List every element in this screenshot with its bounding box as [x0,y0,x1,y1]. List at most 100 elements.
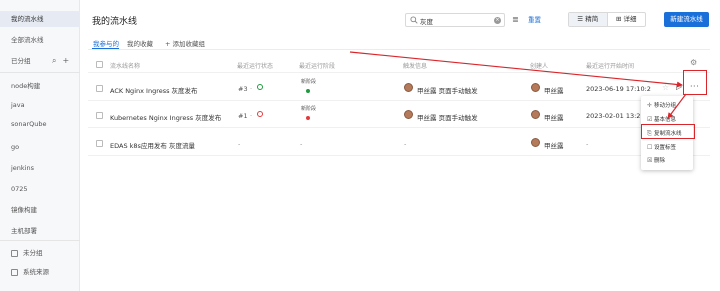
folder-icon [11,249,18,257]
tab-participating[interactable]: 我参与的 [93,38,119,48]
view-toggle: ☰ 精简 ⊞ 详细 [568,12,646,27]
sidebar-group-actions: ⌕ + [52,56,75,66]
sidebar-item-group[interactable]: 0725 [0,181,80,197]
pipeline-name[interactable]: ACK Nginx Ingress 灰度发布 [110,85,198,95]
row-checkbox[interactable] [96,140,103,147]
view-detail-label: 详细 [623,15,637,23]
sidebar-item-label: 我的流水线 [11,15,44,23]
new-pipeline-button[interactable]: 新建流水线 [664,12,709,27]
pipeline-name[interactable]: Kubernetes Nginx Ingress 灰度发布 [110,112,221,122]
menu-item-set-tags[interactable]: ☐ 设置标签 [647,143,676,151]
trigger-info: - [404,140,407,148]
column-header: 创建人 [530,63,549,70]
column-header: 触发信息 [403,63,428,70]
move-icon: ✛ [647,102,653,109]
search-icon[interactable]: ⌕ [52,56,56,65]
annotation-highlight-copy [641,124,695,139]
menu-item-label: 基本信息 [654,117,677,123]
run-icon[interactable]: ▷ [676,82,683,91]
row-checkbox[interactable] [96,85,103,92]
menu-item-label: 删除 [654,158,666,164]
tab-favorites[interactable]: 我的收藏 [127,38,153,48]
view-compact-button[interactable]: ☰ 精简 [569,13,608,26]
sidebar-item-label: 镜像构建 [11,206,37,214]
stage-name: 新阶段 [301,79,317,85]
list-icon: ☰ [577,15,584,23]
menu-item-delete[interactable]: ☒ 删除 [647,156,665,164]
sidebar-item-label: 0725 [11,185,28,193]
column-header: 流水线名称 [110,63,141,70]
column-header: 最近运行阶段 [299,63,336,70]
row-checkbox[interactable] [96,112,103,119]
start-time: 2023-06-19 17:10:2 [586,85,651,93]
sidebar-item-all-pipelines[interactable]: 全部流水线 [0,32,80,48]
sidebar-item-system-source[interactable]: 系统来源 [0,264,80,280]
view-compact-label: 精简 [585,15,599,23]
run-number: - [238,140,241,148]
sidebar-item-label: 全部流水线 [11,36,44,44]
menu-item-label: 设置标签 [654,145,677,151]
menu-item-move-group[interactable]: ✛ 移动分组 [647,101,676,109]
source-icon [11,268,18,276]
pipeline-name[interactable]: EDAS k8s应用发布 灰度流量 [110,140,195,150]
sidebar-item-group[interactable]: 镜像构建 [0,202,80,218]
stage-name: - [300,140,303,148]
select-all-checkbox[interactable] [96,61,103,68]
row-divider [88,155,710,156]
sidebar-item-label: node构建 [11,82,41,90]
menu-item-label: 移动分组 [654,103,677,109]
header-divider [88,72,710,73]
sidebar-item-group[interactable]: sonarQube [0,116,80,132]
sidebar-item-label: 主机部署 [11,227,37,235]
start-time: - [586,140,589,148]
avatar [531,83,540,92]
menu-item-basic-info[interactable]: ☑ 基本信息 [647,115,676,123]
avatar [531,110,540,119]
creator-name: 甲丝露 [544,87,564,95]
trigger-info: 甲丝露 页面手动触发 [417,114,478,122]
row-divider [88,127,710,128]
sidebar: 我的流水线 全部流水线 已分组 ⌕ + node构建 java sonarQube… [0,0,80,291]
run-number[interactable]: #3 [238,85,248,93]
stage-status-dot [306,114,310,122]
separator-dot: · [250,85,253,93]
creator-name: 甲丝露 [544,114,564,122]
plus-icon: + [165,40,173,48]
view-detail-button[interactable]: ⊞ 详细 [608,13,646,26]
sidebar-item-label: jenkins [11,164,35,172]
search-icon [410,16,418,24]
tab-label: 添加收藏组 [172,40,206,48]
sidebar-item-label: 未分组 [23,249,43,257]
reset-link[interactable]: 重置 [528,14,541,24]
column-header: 最近运行开始时间 [586,63,635,70]
clear-search-icon[interactable]: × [494,17,501,24]
avatar [404,110,413,119]
search-input[interactable] [420,15,496,26]
column-settings-icon[interactable]: ⚙ [690,58,697,67]
success-icon [257,84,263,92]
sidebar-item-group[interactable]: java [0,97,80,113]
stage-status-dot [306,87,310,95]
tag-icon: ☐ [647,144,653,151]
filter-icon[interactable]: ≣ [512,15,519,24]
sidebar-item-my-pipelines[interactable]: 我的流水线 [0,11,80,27]
tabs-divider [88,49,710,50]
annotation-highlight-more [683,70,707,95]
sidebar-item-group[interactable]: node构建 [0,78,80,94]
sidebar-item-group[interactable]: jenkins [0,160,80,176]
tab-add-favorite-group[interactable]: + 添加收藏组 [165,38,205,48]
column-header: 最近运行状态 [237,63,274,70]
row-divider [88,100,710,101]
sidebar-item-ungrouped[interactable]: 未分组 [0,245,80,261]
info-icon: ☑ [647,116,653,123]
star-icon[interactable]: ☆ [662,83,669,92]
trigger-info: 甲丝露 页面手动触发 [417,87,478,95]
run-number[interactable]: #1 [238,112,248,120]
sidebar-item-label: sonarQube [11,120,47,128]
grid-icon: ⊞ [615,15,622,23]
sidebar-item-label: java [11,101,25,109]
sidebar-item-group[interactable]: go [0,139,80,155]
sidebar-item-group[interactable]: 主机部署 [0,223,80,239]
creator-name: 甲丝露 [544,142,564,150]
add-icon[interactable]: + [62,56,69,65]
